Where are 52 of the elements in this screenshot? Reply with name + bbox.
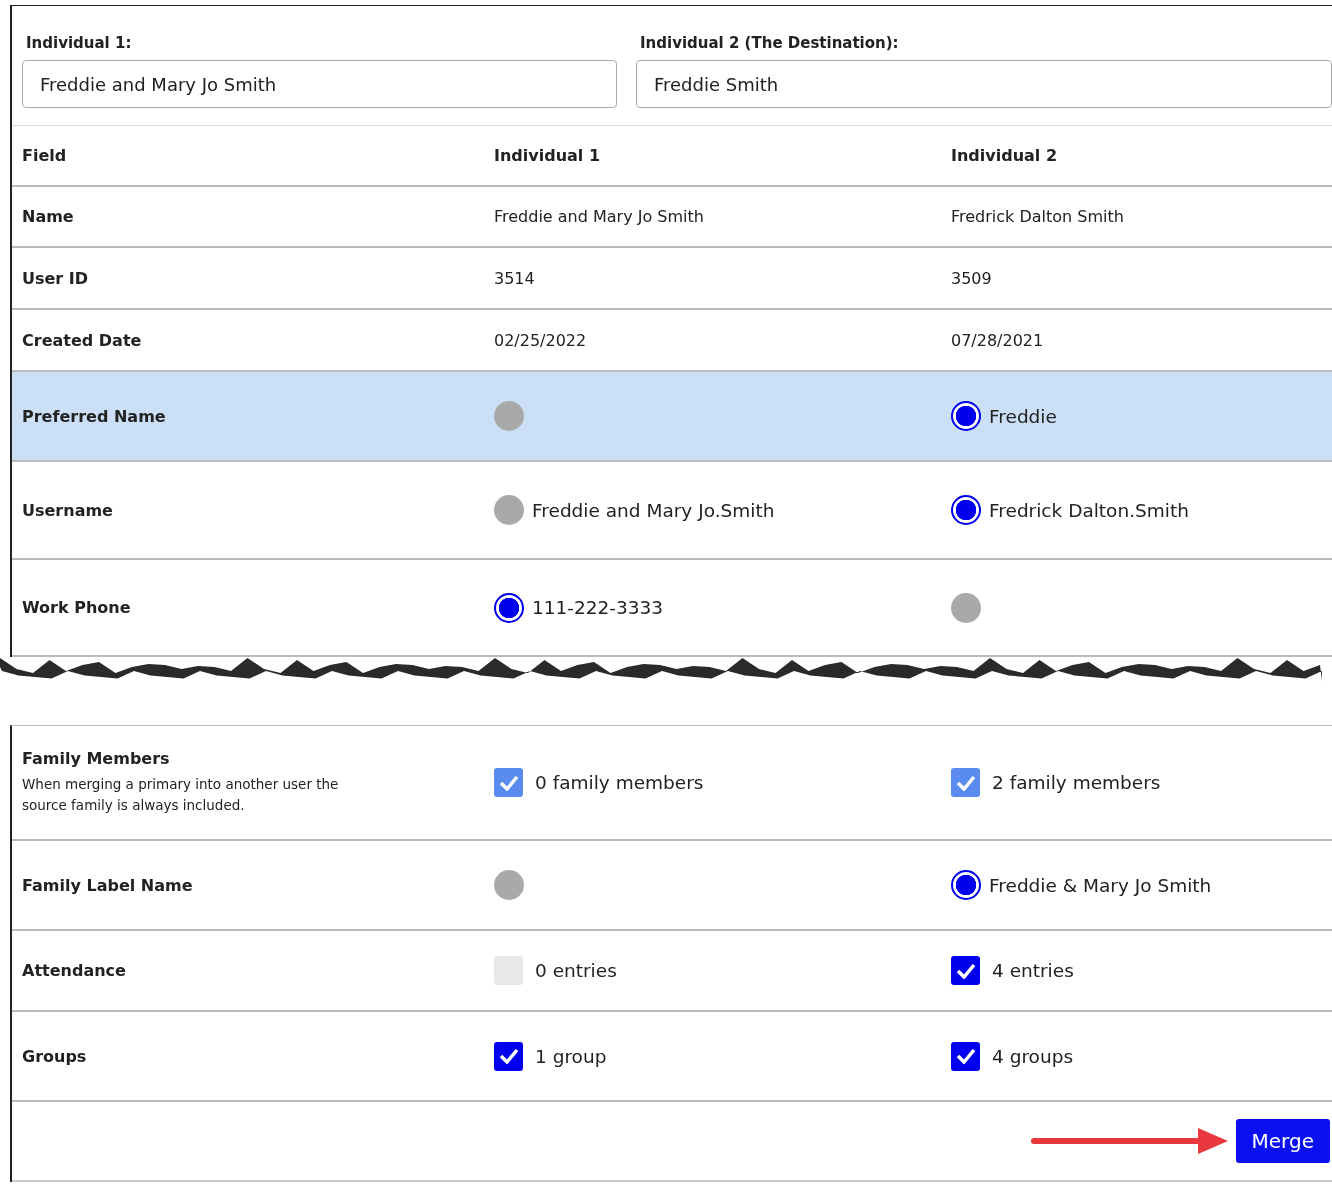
check-icon bbox=[498, 774, 519, 791]
person-field[interactable]: Freddie and Mary Jo Smith bbox=[22, 60, 617, 108]
checkbox[interactable] bbox=[951, 956, 980, 985]
table-cell: Freddie and Mary Jo Smith bbox=[494, 207, 704, 226]
cell-value: 0 entries bbox=[535, 960, 617, 981]
radio-button[interactable] bbox=[494, 592, 524, 623]
check-icon bbox=[955, 1048, 976, 1064]
radio-button[interactable] bbox=[494, 401, 524, 431]
radio-button[interactable] bbox=[494, 870, 524, 900]
radio-button[interactable] bbox=[951, 592, 981, 623]
field-label: Created Date bbox=[22, 330, 142, 350]
cell-value: Freddie and Mary Jo.Smith bbox=[532, 499, 775, 521]
field-label: Groups bbox=[22, 1046, 87, 1066]
field-label: Attendance bbox=[22, 961, 126, 980]
radio-button[interactable] bbox=[494, 495, 524, 525]
check-icon bbox=[955, 774, 976, 791]
cell-value: Freddie bbox=[989, 405, 1057, 427]
field-label: Individual 2 (The Destination): bbox=[639, 34, 899, 52]
field-label: Family Members bbox=[22, 749, 170, 768]
cell-value: 111-222-3333 bbox=[532, 597, 664, 618]
field-note: When merging a primary into another user the source family is always included. bbox=[22, 775, 340, 815]
table-cell: 07/28/2021 bbox=[951, 330, 1044, 350]
cell-value: 4 entries bbox=[992, 960, 1074, 981]
check-icon bbox=[955, 962, 976, 979]
column-header: Individual 2 bbox=[951, 146, 1058, 165]
cell-value: Fredrick Dalton.Smith bbox=[989, 499, 1189, 521]
table-cell: 3509 bbox=[951, 268, 992, 288]
checkbox[interactable] bbox=[951, 1041, 980, 1071]
radio-button[interactable] bbox=[951, 870, 981, 900]
cell-value: 2 family members bbox=[992, 772, 1161, 793]
checkbox[interactable] bbox=[494, 1041, 523, 1071]
radio-button[interactable] bbox=[951, 401, 981, 431]
cell-value: 4 groups bbox=[992, 1045, 1074, 1067]
field-label: Work Phone bbox=[22, 598, 131, 617]
table-cell: Fredrick Dalton Smith bbox=[951, 207, 1124, 226]
field-label: User ID bbox=[22, 268, 89, 288]
field-label: Username bbox=[22, 500, 113, 520]
person-field[interactable]: Freddie Smith bbox=[636, 60, 1332, 108]
cell-value: Freddie & Mary Jo Smith bbox=[989, 874, 1212, 896]
cell-value: 0 family members bbox=[535, 772, 704, 793]
column-header: Individual 1 bbox=[494, 146, 601, 165]
field-label: Individual 1: bbox=[25, 34, 132, 52]
field-label: Preferred Name bbox=[22, 406, 166, 426]
column-header: Field bbox=[22, 146, 67, 165]
field-label: Family Label Name bbox=[22, 875, 193, 895]
radio-button[interactable] bbox=[951, 495, 981, 525]
merge-button[interactable]: Merge bbox=[1235, 1119, 1330, 1163]
table-cell: 02/25/2022 bbox=[494, 330, 587, 350]
check-icon bbox=[498, 1048, 519, 1064]
field-label: Name bbox=[22, 207, 74, 226]
cell-value: 1 group bbox=[535, 1045, 607, 1067]
table-cell: 3514 bbox=[494, 268, 535, 288]
